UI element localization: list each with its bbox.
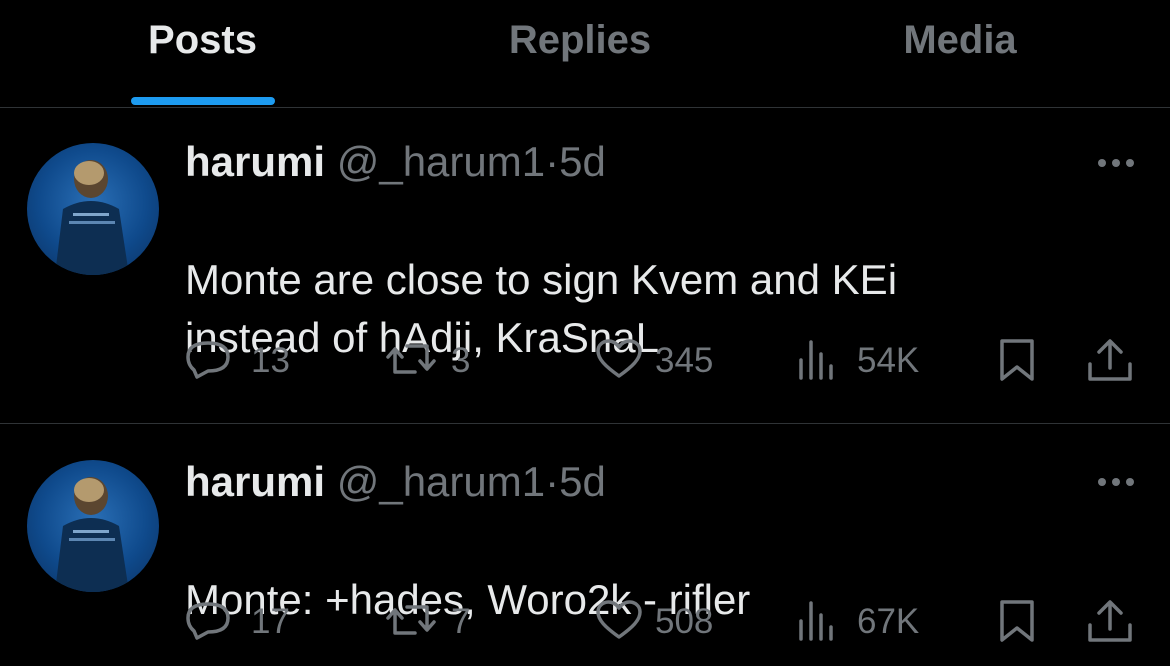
repost-icon: [386, 605, 436, 635]
avatar-figure-icon: [55, 477, 129, 592]
bookmark-button[interactable]: [997, 334, 1037, 384]
share-button[interactable]: [1085, 595, 1135, 645]
author-name[interactable]: harumi: [185, 138, 325, 185]
share-icon: [1088, 600, 1132, 642]
reply-icon: [186, 341, 230, 379]
post-divider: [0, 423, 1170, 424]
repost-count: 7: [451, 602, 471, 641]
like-count: 508: [655, 602, 714, 641]
post-header: harumi @_harum1·5d: [185, 458, 606, 506]
bookmark-icon: [1000, 600, 1034, 642]
views-icon: [799, 601, 833, 641]
like-button[interactable]: 508: [595, 595, 735, 645]
author-handle[interactable]: @_harum1: [337, 458, 545, 505]
reply-icon: [186, 602, 230, 640]
reply-count: 17: [251, 602, 290, 641]
tab-posts-label: Posts: [148, 18, 257, 62]
views-count: 54K: [857, 341, 920, 380]
avatar[interactable]: [27, 460, 159, 592]
profile-tabs: Posts Replies Media: [0, 0, 1170, 108]
post-text-line: Monte are close to sign Kvem and KEi: [185, 256, 898, 303]
tab-media[interactable]: Media: [870, 0, 1050, 106]
post-time[interactable]: 5d: [559, 458, 606, 505]
avatar-figure-icon: [55, 160, 129, 275]
ukraine-flag-icon: [185, 525, 233, 559]
post-actions: 13 3 345 54K: [185, 334, 1145, 384]
repost-icon: [386, 344, 436, 374]
views-count: 67K: [857, 602, 920, 641]
post-card[interactable]: harumi @_harum1·5d Monte: +hades, Woro2k…: [0, 425, 1170, 666]
tab-media-label: Media: [903, 18, 1017, 62]
dot-separator: ·: [545, 458, 560, 505]
views-button[interactable]: 54K: [797, 334, 947, 384]
like-button[interactable]: 345: [595, 334, 735, 384]
bookmark-button[interactable]: [997, 595, 1037, 645]
dot-separator: ·: [545, 138, 560, 185]
avatar[interactable]: [27, 143, 159, 275]
tab-replies-label: Replies: [508, 18, 652, 62]
repost-count: 3: [451, 341, 471, 380]
views-button[interactable]: 67K: [797, 595, 947, 645]
post-time[interactable]: 5d: [559, 138, 606, 185]
bookmark-icon: [1000, 339, 1034, 381]
heart-icon: [596, 600, 642, 639]
like-count: 345: [655, 341, 714, 380]
reply-count: 13: [251, 341, 290, 380]
more-options-icon[interactable]: [1092, 467, 1140, 497]
reply-button[interactable]: 17: [185, 595, 305, 645]
repost-button[interactable]: 7: [385, 595, 495, 645]
views-icon: [799, 340, 833, 380]
author-name[interactable]: harumi: [185, 458, 325, 505]
reply-button[interactable]: 13: [185, 334, 305, 384]
tab-replies[interactable]: Replies: [480, 0, 680, 106]
heart-icon: [596, 339, 642, 378]
share-icon: [1088, 339, 1132, 381]
share-button[interactable]: [1085, 334, 1135, 384]
ukraine-flag-icon: [185, 205, 233, 239]
tab-posts[interactable]: Posts: [110, 0, 295, 106]
repost-button[interactable]: 3: [385, 334, 495, 384]
active-tab-indicator: [131, 97, 275, 105]
more-options-icon[interactable]: [1092, 148, 1140, 178]
post-header: harumi @_harum1·5d: [185, 138, 606, 186]
post-card[interactable]: harumi @_harum1·5d Monte are close to si…: [0, 108, 1170, 424]
author-handle[interactable]: @_harum1: [337, 138, 545, 185]
post-actions: 17 7 508 67K: [185, 595, 1145, 645]
